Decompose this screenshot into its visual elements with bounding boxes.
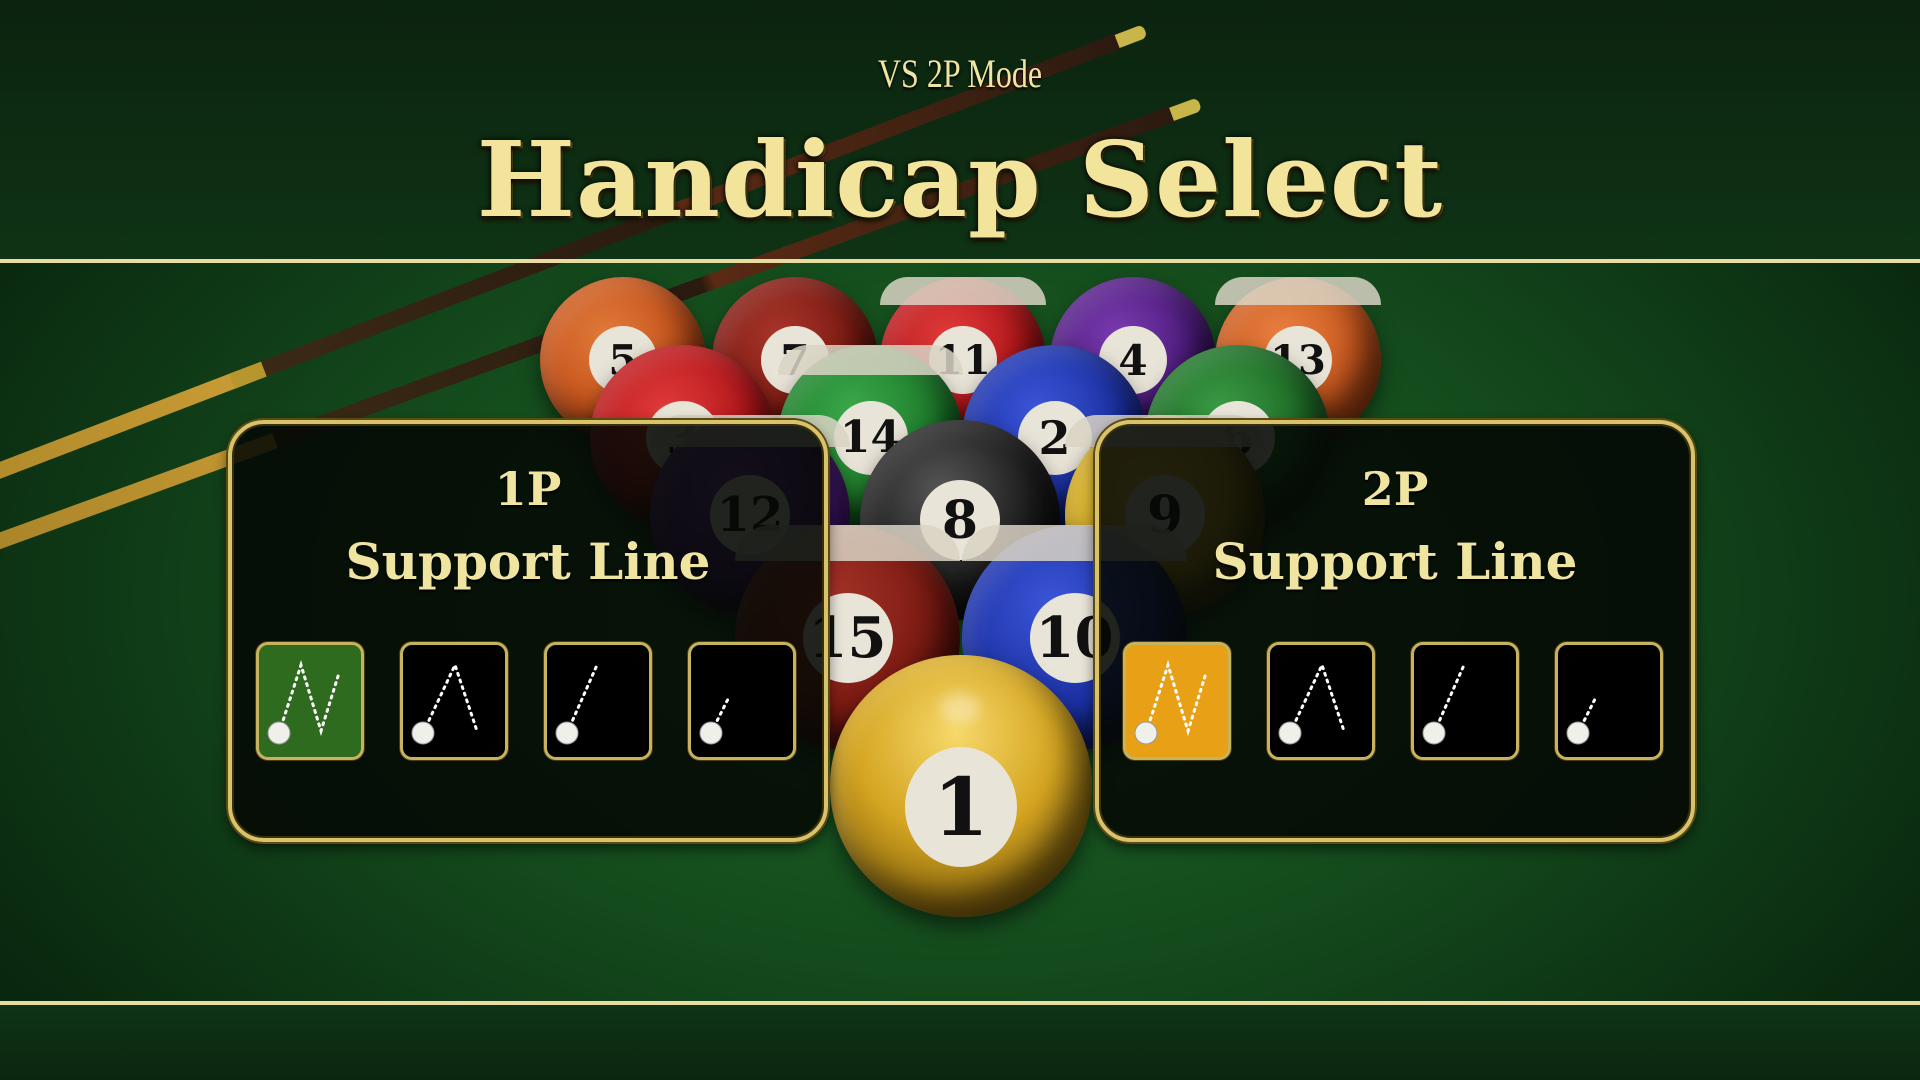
player1-support-line-one-bank-button[interactable] [400,642,508,760]
bottom-divider [0,1001,1920,1005]
page-title: Handicap Select [476,118,1444,241]
single-bank-path-icon [411,660,479,745]
player2-support-line-one-bank-button[interactable] [1267,642,1375,760]
player1-support-line-straight-button[interactable] [544,642,652,760]
player1-support-line-full-button[interactable] [256,642,364,760]
short-path-icon [1566,695,1598,745]
player1-handicap-panel: 1P Support Line [228,420,828,842]
zigzag-path-icon [1134,659,1208,745]
player2-support-line-full-button[interactable] [1123,642,1231,760]
bottom-felt-band [0,1005,1920,1080]
top-divider [0,259,1920,263]
player2-support-line-short-button[interactable] [1555,642,1663,760]
straight-path-icon [555,663,599,745]
player2-support-line-straight-button[interactable] [1411,642,1519,760]
player1-label: 1P [494,462,562,516]
short-path-icon [699,695,731,745]
player2-option-label: Support Line [1212,532,1578,591]
zigzag-path-icon [267,659,341,745]
ball-1: 1 [830,655,1092,917]
player1-option-label: Support Line [345,532,711,591]
single-bank-path-icon [1278,660,1346,745]
player2-label: 2P [1361,462,1429,516]
player2-handicap-panel: 2P Support Line [1095,420,1695,842]
mode-label: VS 2P Mode [877,51,1043,96]
player1-support-line-short-button[interactable] [688,642,796,760]
straight-path-icon [1422,663,1466,745]
